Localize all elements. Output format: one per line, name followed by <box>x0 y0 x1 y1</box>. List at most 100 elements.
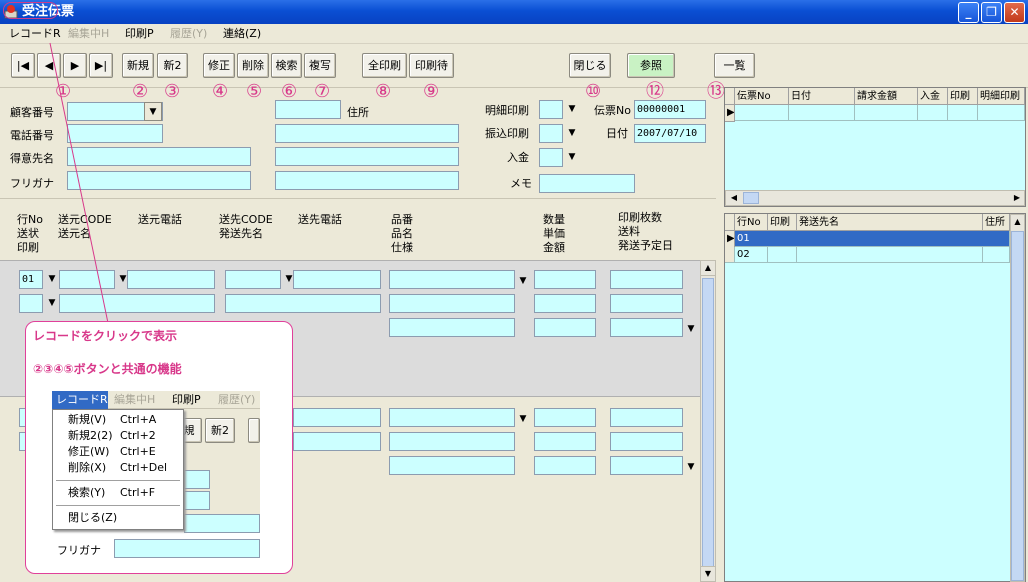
ship-print-select[interactable] <box>19 294 43 313</box>
chevron-down-icon[interactable]: ▼ <box>144 102 162 121</box>
grid-header[interactable]: 請求金額 <box>855 88 918 105</box>
first-record-button[interactable]: |◀ <box>11 53 35 78</box>
menu-item-delete[interactable]: 削除(X) <box>52 460 106 476</box>
popup-select[interactable] <box>184 470 210 489</box>
detail-print-select[interactable] <box>539 100 563 119</box>
grid-header[interactable]: 印刷 <box>948 88 978 105</box>
grid-cell[interactable] <box>735 105 789 121</box>
edit-button[interactable]: 修正 <box>203 53 235 78</box>
source-name-input[interactable] <box>59 294 215 313</box>
grid-cell[interactable] <box>918 105 948 121</box>
unit-price-input[interactable] <box>534 294 596 313</box>
popup-menu-history[interactable]: 履歴(Y) <box>218 390 255 410</box>
dest-phone-input[interactable] <box>293 270 381 289</box>
grid-header[interactable]: 日付 <box>789 88 855 105</box>
product-code-input-2[interactable] <box>389 408 515 427</box>
grid-cell[interactable] <box>797 247 983 263</box>
quantity-input-2[interactable] <box>534 408 596 427</box>
menu-item-close[interactable]: 閉じる(Z) <box>52 510 117 526</box>
grid-cell[interactable] <box>948 105 978 121</box>
chevron-down-icon[interactable]: ▼ <box>563 124 581 143</box>
address2-input[interactable] <box>275 147 459 166</box>
menu-item-new2[interactable]: 新規2(2) <box>52 428 113 444</box>
prev-record-button[interactable]: ◀ <box>37 53 61 78</box>
copy-button[interactable]: 複写 <box>304 53 336 78</box>
print-count-input-2[interactable] <box>610 408 683 427</box>
menu-record[interactable]: レコードR <box>9 24 61 44</box>
menu-item-edit[interactable]: 修正(W) <box>52 444 109 460</box>
print-all-button[interactable]: 全印刷 <box>362 53 407 78</box>
popup-edit-button[interactable] <box>248 418 260 443</box>
popup-menu-editing[interactable]: 編集中H <box>114 390 155 410</box>
chevron-down-icon[interactable]: ▼ <box>682 458 700 477</box>
scroll-down-icon[interactable]: ▼ <box>700 566 716 582</box>
zip-input[interactable] <box>275 100 341 119</box>
grid-header[interactable]: 印刷 <box>768 214 797 231</box>
address3-input[interactable] <box>275 171 459 190</box>
new-button[interactable]: 新規 <box>122 53 154 78</box>
menu-item-new[interactable]: 新規(V) <box>52 412 106 428</box>
amount-input-2[interactable] <box>534 456 596 475</box>
product-name-input-2[interactable] <box>389 432 515 451</box>
product-code-input[interactable] <box>389 270 515 289</box>
scroll-up-icon[interactable]: ▲ <box>1010 215 1025 229</box>
chevron-down-icon[interactable]: ▼ <box>682 320 700 339</box>
destination-grid[interactable] <box>724 213 1026 582</box>
phone-input[interactable] <box>67 124 163 143</box>
shipping-input[interactable] <box>610 294 683 313</box>
grid-header[interactable]: 住所 <box>983 214 1010 231</box>
popup-new2-button[interactable]: 新2 <box>205 418 235 443</box>
chevron-down-icon[interactable]: ▼ <box>514 272 532 291</box>
popup-input-2[interactable] <box>184 514 260 533</box>
scroll-thumb[interactable] <box>1011 231 1024 581</box>
popup-furigana-input[interactable] <box>114 539 260 558</box>
grid-header[interactable]: 発送先名 <box>797 214 983 231</box>
popup-menu-print[interactable]: 印刷P <box>172 390 201 410</box>
furigana-input[interactable] <box>67 171 251 190</box>
grid-cell[interactable] <box>855 105 918 121</box>
source-phone-input[interactable] <box>127 270 215 289</box>
chevron-down-icon[interactable]: ▼ <box>563 148 581 167</box>
scroll-thumb[interactable] <box>702 278 714 568</box>
scroll-left-icon[interactable]: ◀ <box>727 191 741 205</box>
spec-input-2[interactable] <box>389 456 515 475</box>
transfer-print-select[interactable] <box>539 124 563 143</box>
grid-cell[interactable] <box>983 247 1010 263</box>
dest-name-input[interactable] <box>225 294 381 313</box>
last-record-button[interactable]: ▶| <box>89 53 113 78</box>
customer-name-input[interactable] <box>67 147 251 166</box>
menu-contact[interactable]: 連絡(Z) <box>223 24 261 44</box>
source-code-input[interactable] <box>59 270 115 289</box>
amount-input[interactable] <box>534 318 596 337</box>
product-name-input[interactable] <box>389 294 515 313</box>
table-row[interactable]: 01 <box>735 231 1010 247</box>
print-count-input[interactable] <box>610 270 683 289</box>
deposit-select[interactable] <box>539 148 563 167</box>
spec-input[interactable] <box>389 318 515 337</box>
minimize-button[interactable]: _ <box>958 2 979 23</box>
h-scroll-thumb[interactable] <box>743 192 759 204</box>
chevron-down-icon[interactable]: ▼ <box>514 410 532 429</box>
new2-button[interactable]: 新2 <box>157 53 188 78</box>
ship-date-input[interactable] <box>610 318 683 337</box>
search-button[interactable]: 検索 <box>271 53 302 78</box>
next-record-button[interactable]: ▶ <box>63 53 87 78</box>
memo-input[interactable] <box>539 174 635 193</box>
shipping-input-2[interactable] <box>610 432 683 451</box>
dest-name-input-2[interactable] <box>293 432 381 451</box>
grid-header[interactable]: 入金 <box>918 88 948 105</box>
menu-history[interactable]: 履歴(Y) <box>170 24 207 44</box>
close-button[interactable]: 閉じる <box>569 53 611 78</box>
grid-header[interactable]: 行No <box>735 214 768 231</box>
close-window-button[interactable]: ✕ <box>1004 2 1025 23</box>
scroll-right-icon[interactable]: ▶ <box>1010 191 1024 205</box>
date-field[interactable]: 2007/07/10 <box>634 124 706 143</box>
grid-header[interactable]: 明細印刷 <box>978 88 1025 105</box>
reference-button[interactable]: 参照 <box>627 53 675 78</box>
scroll-up-icon[interactable]: ▲ <box>700 260 716 276</box>
address1-input[interactable] <box>275 124 459 143</box>
unit-price-input-2[interactable] <box>534 432 596 451</box>
maximize-button[interactable]: ❐ <box>981 2 1002 23</box>
dest-phone-input-2[interactable] <box>293 408 381 427</box>
table-row[interactable]: 02 <box>735 247 768 263</box>
